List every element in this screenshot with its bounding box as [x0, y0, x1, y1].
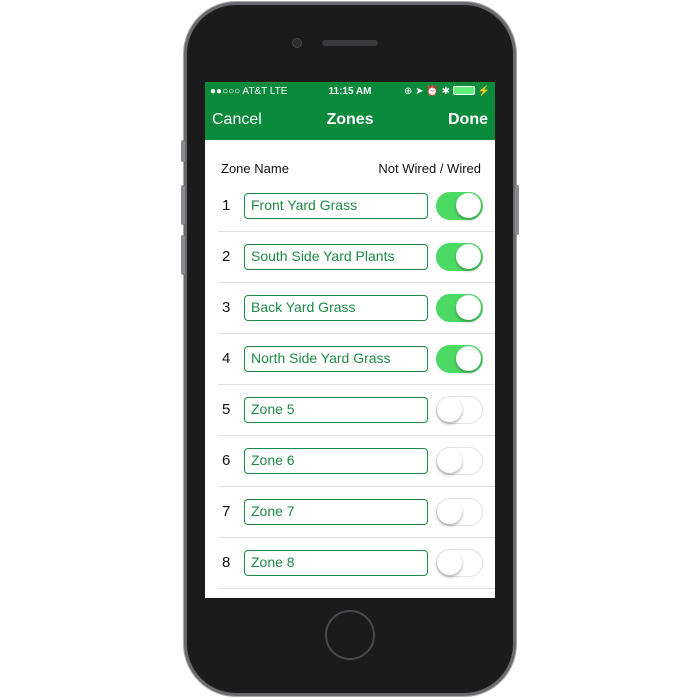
- wired-toggle[interactable]: [436, 396, 483, 424]
- zone-number: 1: [222, 197, 231, 214]
- zone-name-input[interactable]: Back Yard Grass: [244, 295, 428, 321]
- mute-switch: [181, 140, 185, 162]
- zone-name-input[interactable]: North Side Yard Grass: [244, 346, 428, 372]
- wired-toggle[interactable]: [436, 447, 483, 475]
- zone-number: 3: [222, 299, 231, 316]
- toggle-knob: [456, 295, 481, 320]
- wired-toggle[interactable]: [436, 498, 483, 526]
- toggle-knob: [437, 499, 462, 524]
- power-button: [515, 185, 519, 235]
- zone-name-input[interactable]: Zone 6: [244, 448, 428, 474]
- battery-icon: [452, 86, 475, 96]
- wired-header: Not Wired / Wired: [378, 161, 481, 176]
- toggle-knob: [437, 397, 462, 422]
- zone-name-input[interactable]: Zone 7: [244, 499, 428, 525]
- zone-row: 8 Zone 8: [218, 538, 495, 589]
- camera-icon: [292, 38, 302, 48]
- toggle-knob: [437, 448, 462, 473]
- volume-up-button: [181, 185, 185, 225]
- nav-bar: Cancel Zones Done: [205, 100, 495, 140]
- zone-name-input[interactable]: Zone 8: [244, 550, 428, 576]
- zone-number: 2: [222, 248, 231, 265]
- status-bar: ●●○○○ AT&T LTE 11:15 AM ⊕ ➤ ⏰ ✱ ⚡: [205, 82, 495, 100]
- done-button[interactable]: Done: [448, 111, 488, 129]
- toggle-knob: [437, 550, 462, 575]
- zone-name-input[interactable]: Front Yard Grass: [244, 193, 428, 219]
- wired-toggle[interactable]: [436, 192, 483, 220]
- cancel-button[interactable]: Cancel: [212, 111, 262, 129]
- wired-toggle[interactable]: [436, 549, 483, 577]
- toggle-knob: [456, 346, 481, 371]
- home-button[interactable]: [325, 610, 375, 660]
- zone-row: 5 Zone 5: [218, 385, 495, 436]
- zone-row: 6 Zone 6: [218, 436, 495, 487]
- zone-name-header: Zone Name: [221, 161, 289, 176]
- zone-row: 3 Back Yard Grass: [218, 283, 495, 334]
- wired-toggle[interactable]: [436, 345, 483, 373]
- screen: ●●○○○ AT&T LTE 11:15 AM ⊕ ➤ ⏰ ✱ ⚡ Cancel…: [205, 82, 495, 598]
- zone-name-input[interactable]: Zone 5: [244, 397, 428, 423]
- status-icons: ⊕ ➤ ⏰ ✱: [404, 85, 450, 97]
- wired-toggle[interactable]: [436, 243, 483, 271]
- speaker: [322, 40, 378, 46]
- zone-number: 4: [222, 350, 231, 367]
- toggle-knob: [456, 193, 481, 218]
- zone-number: 5: [222, 401, 231, 418]
- column-header: Zone Name Not Wired / Wired: [221, 161, 481, 176]
- zone-number: 6: [222, 452, 231, 469]
- zone-number: 8: [222, 554, 231, 571]
- volume-down-button: [181, 235, 185, 275]
- carrier-signal: ●●○○○ AT&T LTE: [210, 85, 288, 97]
- zone-row: 2 South Side Yard Plants: [218, 232, 495, 283]
- wired-toggle[interactable]: [436, 294, 483, 322]
- toggle-knob: [456, 244, 481, 269]
- zone-row: 4 North Side Yard Grass: [218, 334, 495, 385]
- zone-row: 7 Zone 7: [218, 487, 495, 538]
- zone-name-input[interactable]: South Side Yard Plants: [244, 244, 428, 270]
- zone-row: 1 Front Yard Grass: [218, 181, 495, 232]
- zone-number: 7: [222, 503, 231, 520]
